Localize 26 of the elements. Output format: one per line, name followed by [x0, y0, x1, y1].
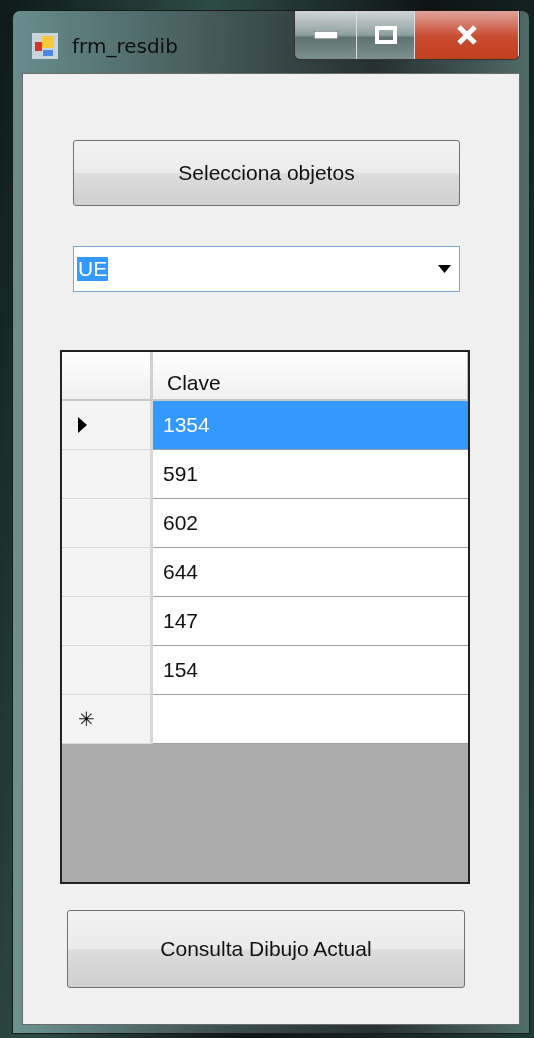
minimize-icon	[313, 31, 338, 39]
combo-value: UE	[77, 257, 109, 281]
table-cell[interactable]: 591	[153, 450, 468, 499]
column-header[interactable]: Clave	[153, 352, 468, 401]
dropdown-arrow-icon	[438, 265, 451, 273]
window-title: frm_resdib	[72, 34, 178, 58]
table-cell[interactable]: 154	[153, 646, 468, 695]
select-objects-button[interactable]: Selecciona objetos	[73, 140, 460, 206]
app-icon	[32, 33, 58, 59]
row-header[interactable]	[62, 499, 153, 548]
row-header[interactable]	[62, 450, 153, 499]
query-drawing-button[interactable]: Consulta Dibujo Actual	[67, 910, 465, 988]
close-button[interactable]	[415, 11, 519, 59]
minimize-button[interactable]	[295, 11, 357, 59]
close-icon	[455, 25, 478, 45]
maximize-button[interactable]	[357, 11, 415, 59]
row-header[interactable]	[62, 548, 153, 597]
row-header[interactable]	[62, 646, 153, 695]
maximize-icon	[374, 26, 397, 44]
new-row-cell[interactable]	[153, 695, 468, 744]
new-row-marker[interactable]: ✳	[62, 695, 153, 744]
row-header[interactable]	[62, 597, 153, 646]
row-header[interactable]	[62, 401, 153, 450]
table-cell[interactable]: 644	[153, 548, 468, 597]
table-cell[interactable]: 147	[153, 597, 468, 646]
table-cell[interactable]: 602	[153, 499, 468, 548]
